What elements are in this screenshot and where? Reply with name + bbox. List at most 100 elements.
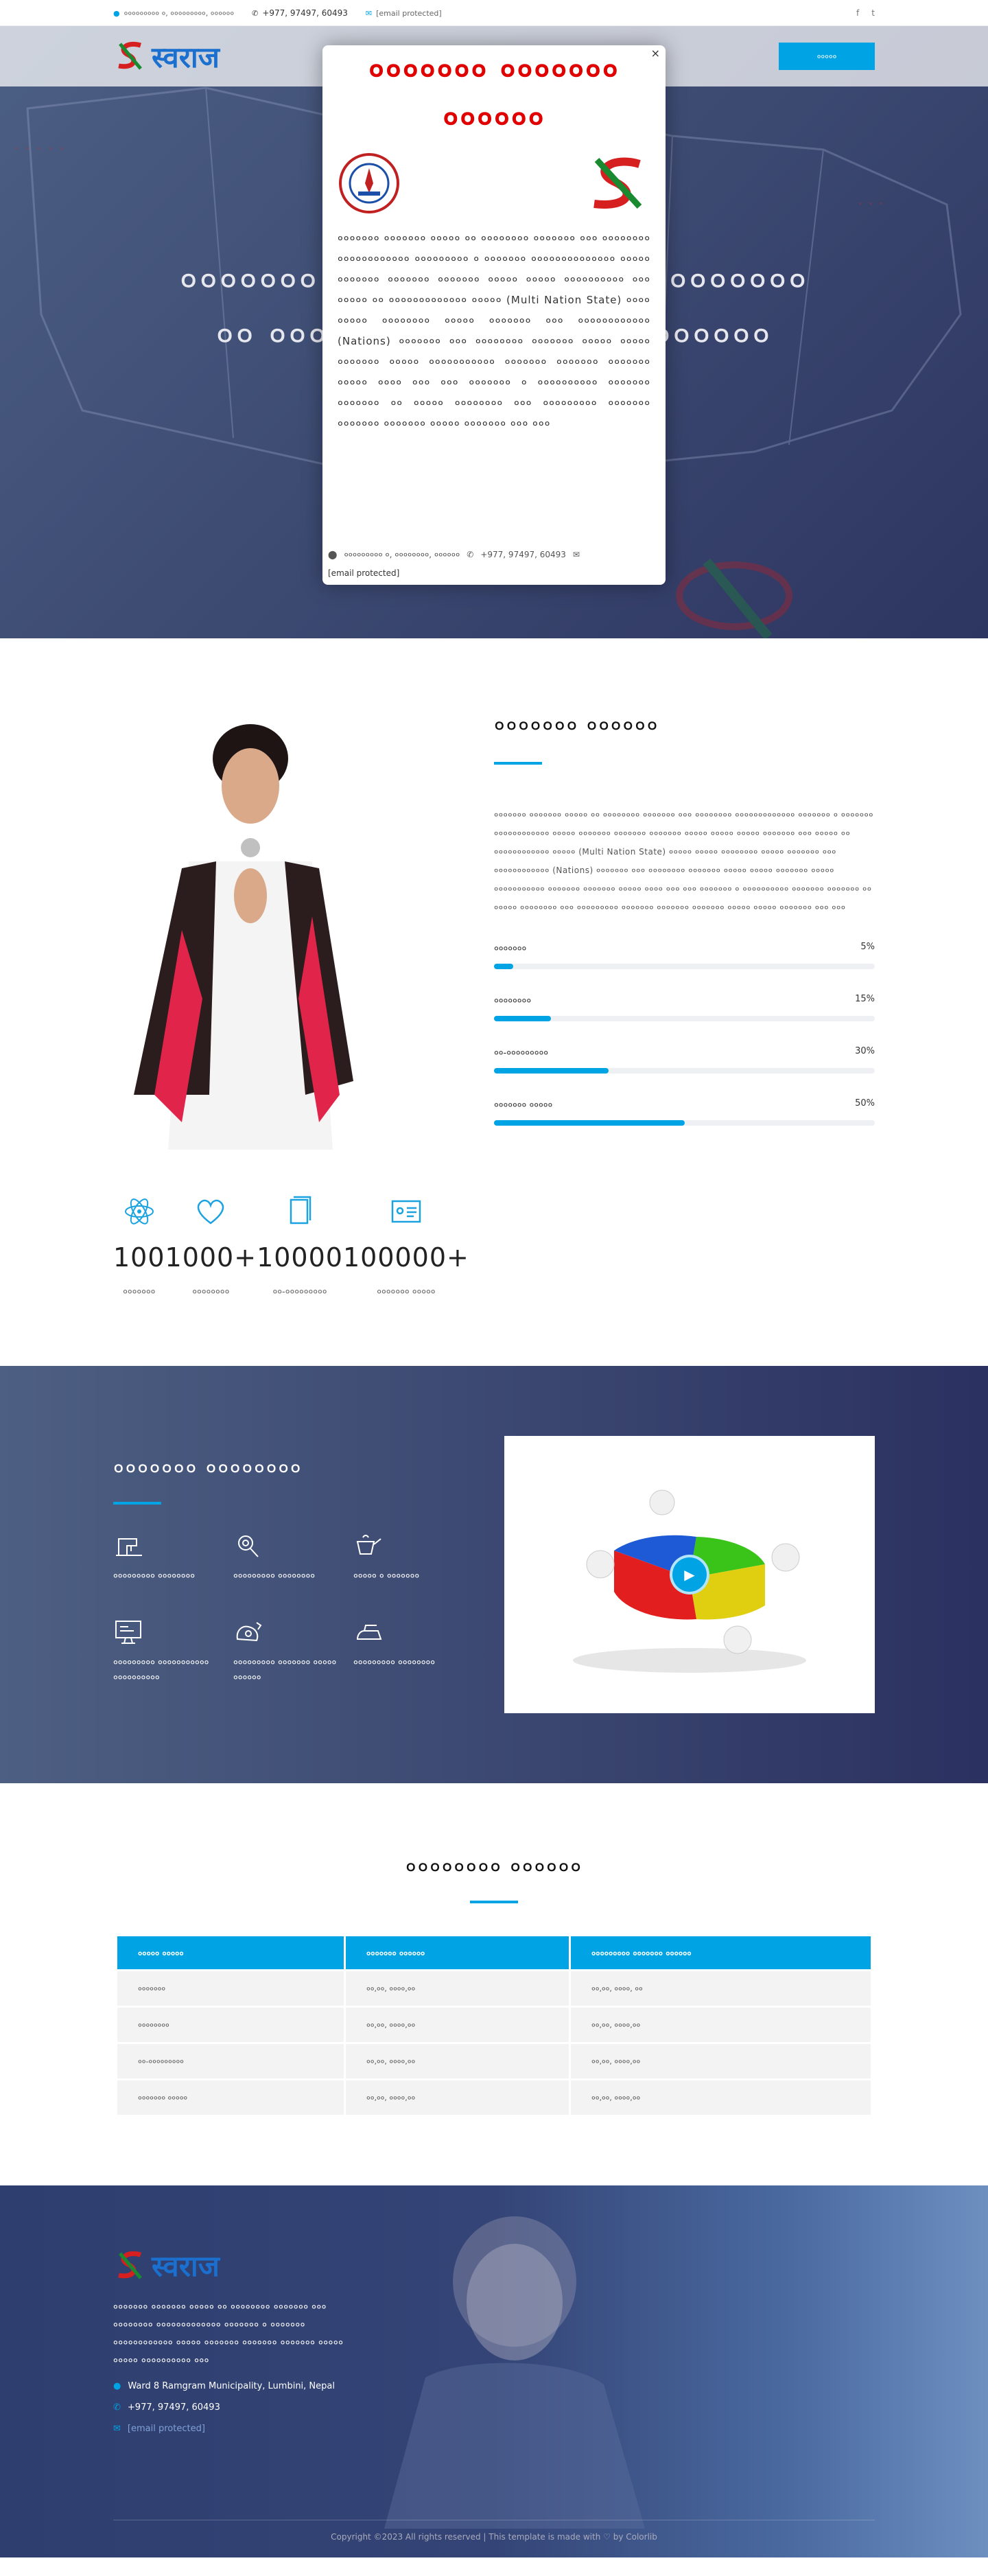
- service-label: ००००००००० ००००००००: [353, 1658, 436, 1668]
- skill-percent: 15%: [855, 994, 875, 1004]
- services-title: ००००००० ००००००००: [113, 1457, 303, 1481]
- statistics-table: ००००० ००००० ००००००० ०००००० ००००००००० ०००…: [115, 1934, 873, 2117]
- title-underline: [113, 1502, 161, 1505]
- map-pin-icon: ⬤: [328, 549, 338, 559]
- skill-label: ००००००००: [494, 996, 532, 1006]
- topbar-address: ● ००००००००० ०, ०००००००००, ००००००: [113, 8, 235, 18]
- table-cell: ००,००, ००००,००: [571, 2008, 871, 2042]
- hero-section: . . . . . . . . स्वराज ००००० ००००००० ०००…: [0, 26, 988, 638]
- skill-track: [494, 1016, 875, 1021]
- table-header-row: ००००० ००००० ००००००० ०००००० ००००००००० ०००…: [117, 1936, 871, 1969]
- data-table-section: ०००००००० ०००००० ००००० ००००० ००००००० ००००…: [0, 1783, 988, 2185]
- twitter-icon[interactable]: t: [871, 8, 875, 18]
- skill-row: ०००००००० 15%: [494, 994, 875, 1006]
- iron-icon: [356, 1625, 382, 1640]
- skill-label: ०००००००: [494, 944, 527, 954]
- close-icon[interactable]: ×: [651, 47, 660, 60]
- swaraj-logo-icon: [118, 42, 142, 70]
- skill-percent: 50%: [855, 1098, 875, 1109]
- service-item[interactable]: ००००००००० ००००००० ००००० ००००००: [233, 1618, 353, 1686]
- skill-percent: 30%: [855, 1046, 875, 1056]
- table-cell: ००,००, ००००, ००: [571, 1971, 871, 2006]
- swaraj-logo-icon: [118, 2251, 142, 2279]
- envelope-icon: ✉: [113, 2424, 121, 2434]
- modal-contact: ⬤ ००००००००० ०, ००००००००, ०००००० ✆ +977, …: [328, 549, 580, 560]
- about-title: ००००००० ००००००: [494, 714, 659, 738]
- facebook-icon[interactable]: f: [856, 8, 859, 18]
- table-cell: ००,००, ००००,००: [346, 1971, 569, 2006]
- counter-item: 10000 ००-०००००००००: [257, 1194, 343, 1297]
- phone-icon: ✆: [252, 8, 259, 18]
- skill-label: ००००००० ०००००: [494, 1100, 553, 1111]
- svg-text:. . . . .: . . . . .: [14, 134, 64, 154]
- service-item[interactable]: ००००००००० ००००००००००० ००००००००००: [113, 1618, 233, 1686]
- phone-icon: ✆: [113, 2402, 121, 2413]
- table-cell: ०००००००: [117, 1971, 344, 2006]
- envelope-icon: ✉: [572, 549, 580, 559]
- counter-number: 10000: [257, 1242, 343, 1273]
- service-label: ००००० ० ०००००००: [353, 1571, 420, 1581]
- site-footer: स्वराज ००००००० ००००००० ००००० ०० ००००००००…: [0, 2185, 988, 2557]
- skill-row: ००-००००००००० 30%: [494, 1046, 875, 1058]
- services-section: ००००००० ०००००००० ००००००००० ०००००००० ००००…: [0, 1366, 988, 1783]
- hands-icon: [236, 1622, 262, 1642]
- atom-icon: [124, 1198, 154, 1225]
- play-button[interactable]: ▶: [670, 1555, 709, 1594]
- counter-item: 1000+ ००००००००: [165, 1194, 257, 1297]
- skill-label: ००-०००००००००: [494, 1048, 549, 1058]
- counter-number: 100: [113, 1242, 165, 1273]
- swaraj-party-logo: [593, 157, 642, 209]
- topbar-email[interactable]: ✉ [email protected]: [366, 9, 442, 18]
- service-item[interactable]: ००००० ० ०००००००: [353, 1532, 473, 1584]
- table-cell: ००,००, ००००,००: [346, 2080, 569, 2115]
- book-icon: [290, 1196, 311, 1225]
- topbar-phone[interactable]: ✆ +977, 97497, 60493: [252, 8, 348, 18]
- heart-icon: [198, 1199, 224, 1225]
- counters-row: 100 ००००००० 1000+ ०००००००० 10000 ००-००००…: [113, 1163, 469, 1366]
- counter-label: ००००००००: [192, 1287, 230, 1297]
- footer-logo[interactable]: स्वराज: [113, 2246, 875, 2285]
- skill-bar: ००००००० 5%: [494, 942, 875, 969]
- service-item[interactable]: ००००००००० ००००००००: [113, 1532, 233, 1584]
- table-cell: ००,००, ००००,००: [571, 2044, 871, 2078]
- service-item[interactable]: ००००००००० ००००००००: [353, 1618, 473, 1686]
- id-card-icon: [391, 1200, 421, 1223]
- footer-email[interactable]: ✉ [email protected]: [113, 2424, 875, 2434]
- footer-address: ● Ward 8 Ramgram Municipality, Lumbini, N…: [113, 2381, 335, 2391]
- counter-item: 100000+ ००००००० ०००००: [343, 1194, 469, 1297]
- skill-bar: ०००००००० 15%: [494, 994, 875, 1021]
- pot-icon: [356, 1535, 381, 1555]
- table-cell: ००-०००००००००: [117, 2044, 344, 2078]
- counter-label: ०००००००: [123, 1287, 156, 1297]
- modal-title: ००००००० ००००००० ००००००: [368, 53, 620, 136]
- service-item[interactable]: ००००००००० ००००००००: [233, 1532, 353, 1584]
- government-seal-icon: [339, 153, 399, 213]
- modal-email[interactable]: [email protected]: [328, 568, 399, 578]
- modal-body: ००००००० ००००००० ००००० ०० ०००००००० ००००००…: [338, 232, 650, 430]
- logo-text: स्वराज: [152, 2249, 220, 2283]
- sewing-machine-icon: [116, 1538, 142, 1556]
- nav-cta-button[interactable]: ०००००: [779, 43, 875, 70]
- title-underline: [470, 1901, 518, 1903]
- skill-row: ००००००० 5%: [494, 942, 875, 954]
- skill-track: [494, 1068, 875, 1074]
- skill-track: [494, 964, 875, 969]
- table-cell: ००००००० ०००००: [117, 2080, 344, 2115]
- table-title: ०००००००० ००००००: [405, 1855, 583, 1879]
- footer-blurb: ००००००० ००००००० ००००० ०० ०००००००० ००००००…: [113, 2302, 344, 2366]
- site-logo[interactable]: स्वराज: [113, 37, 220, 76]
- skill-track: [494, 1120, 875, 1126]
- modal-logos: [338, 146, 650, 221]
- footer-phone[interactable]: ✆ +977, 97497, 60493: [113, 2402, 875, 2413]
- video-thumbnail[interactable]: ▶: [504, 1436, 875, 1713]
- counter-label: ००-०००००००००: [272, 1287, 327, 1297]
- phone-icon: ✆: [467, 549, 474, 559]
- table-cell: ००,००, ००००,००: [346, 2044, 569, 2078]
- service-label: ००००००००० ००००००००: [113, 1571, 196, 1581]
- table-row: ००००००० ००,००, ००००,०० ००,००, ००००, ००: [117, 1971, 871, 2006]
- skill-fill: [494, 1068, 609, 1074]
- topbar: ● ००००००००० ०, ०००००००००, ०००००० ✆ +977, 9…: [0, 0, 988, 26]
- table-cell: ००००००००: [117, 2008, 344, 2042]
- magnifier-icon: [238, 1535, 259, 1557]
- counter-number: 100000+: [342, 1242, 469, 1273]
